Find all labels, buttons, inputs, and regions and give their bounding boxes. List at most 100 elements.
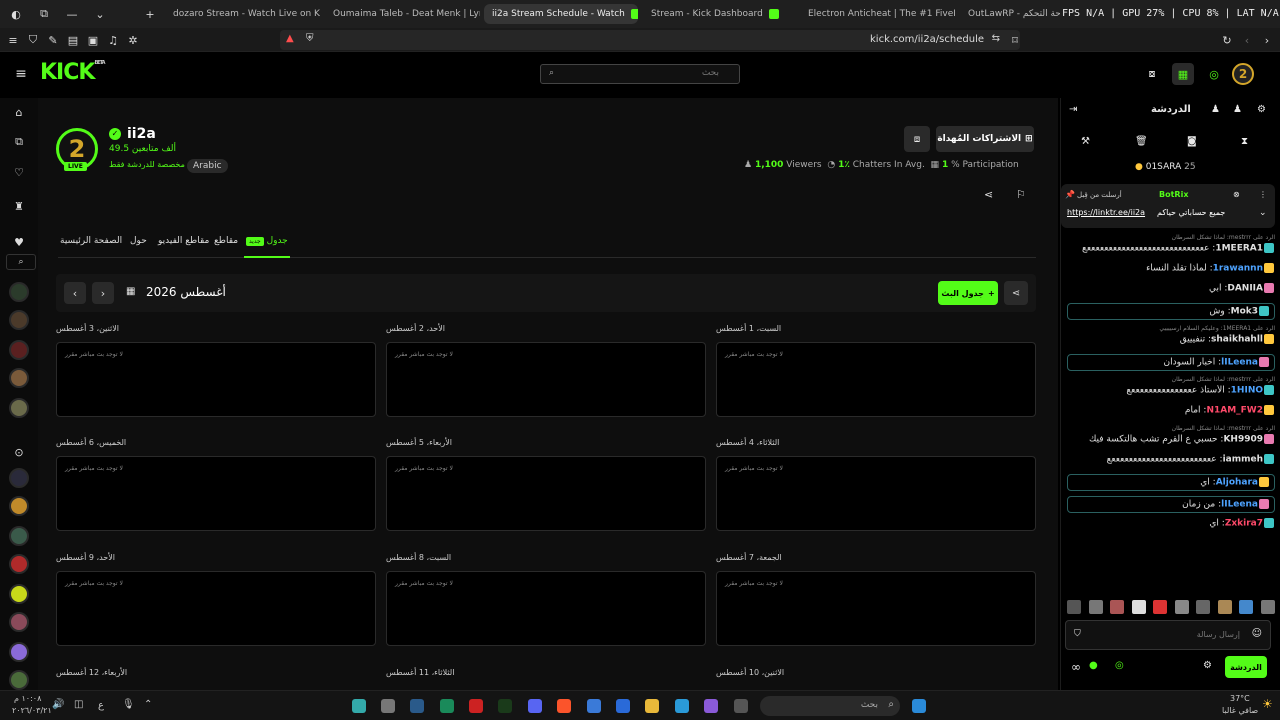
app-icon[interactable] [587,699,601,713]
store-icon[interactable] [616,699,630,713]
sidebar-toggle-icon[interactable]: ≡ [6,32,20,48]
more-icon[interactable]: ⋮ [1259,190,1267,199]
expand-icon[interactable]: ⌄ [1259,208,1267,218]
weather-icon[interactable]: ☀ [1262,697,1273,711]
emote-icon[interactable] [1088,600,1103,614]
browser-tab-1[interactable]: dozaro Stream - Watch Live on K [165,4,320,24]
brave-shield-icon[interactable]: ⛨ [306,33,314,44]
recommended-channel-avatar[interactable] [9,468,29,488]
reply-context[interactable]: الرد على 1MEERA1: وعليكم السلام ارسييييي [1067,325,1275,332]
pinned-message[interactable]: 📌 أرسلت من قِبل BotRix ⊗ ⋮ https://linkt… [1061,184,1275,228]
site-settings-icon[interactable]: ⇆ [992,33,1000,44]
forward-icon[interactable]: › [1260,32,1274,48]
app-icon[interactable] [352,699,366,713]
tray-overflow-icon[interactable]: ⌃ [144,699,152,710]
steam-icon[interactable] [410,699,424,713]
emote-icon[interactable] [1217,600,1232,614]
chat-username[interactable]: 1HINO [1231,386,1263,396]
recommended-channel-avatar[interactable] [9,584,29,604]
chat-message[interactable]: KH9909: حسبي ع القرم تشب هالتكسة فيك [1067,434,1275,445]
kick-logo[interactable]: KICKBETA [40,60,106,85]
day-card[interactable]: لا توجد بث مباشر مقرر [56,456,376,531]
recommended-icon[interactable]: ⊙ [10,444,28,460]
back-icon[interactable]: ‹ [1240,32,1254,48]
emote-icon[interactable] [1110,600,1125,614]
day-card[interactable]: لا توجد بث مباشر مقرر [56,571,376,646]
emote-icon[interactable] [1153,600,1168,614]
volume-icon[interactable]: 🔊 [52,699,64,710]
app-icon[interactable] [498,699,512,713]
chat-username[interactable]: KH9909 [1223,435,1263,445]
followed-channel-avatar[interactable] [9,398,29,418]
day-card[interactable]: لا توجد بث مباشر مقرر [716,342,1036,417]
search-input[interactable]: ⌕ بحث [540,64,740,84]
chat-username[interactable]: lILeena [1221,500,1258,510]
chat-username[interactable]: Mok3 [1231,307,1258,317]
chat-message[interactable]: DANIIA: ابي [1067,283,1275,294]
browser-tab-4[interactable]: Stream - Kick Dashboard [643,4,798,24]
copilot-icon[interactable] [704,699,718,713]
studio-icon[interactable]: ⧇ [1144,66,1160,82]
taskbar-search[interactable]: بحث ⌕ [760,696,900,716]
chat-username[interactable]: Zxkira7 [1225,519,1263,529]
pen-icon[interactable]: ✎ [46,32,60,48]
recommended-channel-avatar[interactable] [9,642,29,662]
recommended-channel-avatar[interactable] [9,612,29,632]
emote-icon[interactable] [1196,600,1211,614]
chat-message[interactable]: lILeena: اخبار السودان [1067,354,1275,371]
panel-icon[interactable]: ▣ [86,32,100,48]
reply-context[interactable]: الرد على mestrrr: لماذا تشكل السرطان [1067,234,1275,241]
chat-users-icon[interactable]: ♟ [1211,104,1220,115]
new-tab-icon[interactable]: + [142,6,158,22]
workspace-icon[interactable]: ⧉ [36,6,52,22]
chat-send-button[interactable]: الدردشة [1225,656,1267,678]
chat-message[interactable]: N1AM_FW2: امام [1067,405,1275,416]
chat-message[interactable]: 1HINO: الأستاذ عععععععععععععععع [1067,385,1275,396]
dashboard-icon[interactable]: ▦ [1172,63,1194,85]
followed-channel-avatar[interactable] [9,310,29,330]
shield-icon[interactable]: ⛉ [26,32,40,48]
music-icon[interactable]: ♫ [106,32,120,48]
chat-username[interactable]: iammeh [1223,455,1263,465]
edge-icon[interactable] [675,699,689,713]
following-icon[interactable]: ♡ [10,164,28,180]
recommended-channel-avatar[interactable] [9,554,29,574]
emote-icon[interactable] [1239,600,1254,614]
prev-month-button[interactable]: ‹ [64,282,86,304]
extensions-icon[interactable]: ✲ [126,32,140,48]
windows-start-icon[interactable] [912,699,926,713]
chat-username[interactable]: Aljohara [1216,478,1258,488]
chat-input[interactable]: ⛉ إرسال رسالة ☺ [1065,620,1271,650]
trash-icon[interactable]: 🗑 [1135,136,1148,147]
chat-message[interactable]: shaikhahll: تنفيييق [1067,334,1275,345]
browser-tab-6[interactable]: OutLawRP - لوحة التحكم [960,4,1060,24]
chat-message[interactable]: iammeh: ععععععععععععععععععععععععع [1067,454,1275,465]
app-icon[interactable] [469,699,483,713]
task-view-icon[interactable] [734,699,748,713]
sidebar-search-icon[interactable]: ⌕ [6,254,36,270]
message-icon[interactable]: ◙ [1187,136,1197,147]
mod-users-icon[interactable]: ♟ [1233,104,1242,115]
bookmark-icon[interactable]: ⌑ [1008,32,1022,48]
file-explorer-icon[interactable] [645,699,659,713]
day-card[interactable]: لا توجد بث مباشر مقرر [386,456,706,531]
chat-message[interactable]: 1MEERA1: ععععععععععععععععععععععععععععع [1067,243,1275,254]
chat-username[interactable]: 1MEERA1 [1215,244,1263,254]
emote-icon[interactable] [1131,600,1146,614]
points-icon[interactable]: ◎ [1115,660,1124,671]
emoji-icon[interactable]: ☺ [1252,628,1262,639]
reload-icon[interactable]: ↻ [1220,32,1234,48]
chat-message[interactable]: lILeena: من زمان [1067,496,1275,513]
profile-avatar[interactable]: 2 [1232,63,1254,85]
chat-settings-icon[interactable]: ⚙ [1257,104,1266,115]
chat-message[interactable]: Zxkira7: اي [1067,518,1275,529]
day-card[interactable]: لا توجد بث مباشر مقرر [716,456,1036,531]
followed-channels-icon[interactable]: ♥ [10,234,28,250]
unpin-icon[interactable]: ⊗ [1233,190,1240,199]
browser-tab-2[interactable]: Oumaima Taleb - Deat Menk | Lyr [325,4,480,24]
chat-username[interactable]: 1rawannn [1213,264,1263,274]
chat-username[interactable]: lILeena [1221,358,1258,368]
chat-username[interactable]: DANIIA [1227,284,1263,294]
clip-button[interactable]: ⧈ [904,126,930,152]
collapse-chat-icon[interactable]: ⇥ [1069,104,1077,115]
